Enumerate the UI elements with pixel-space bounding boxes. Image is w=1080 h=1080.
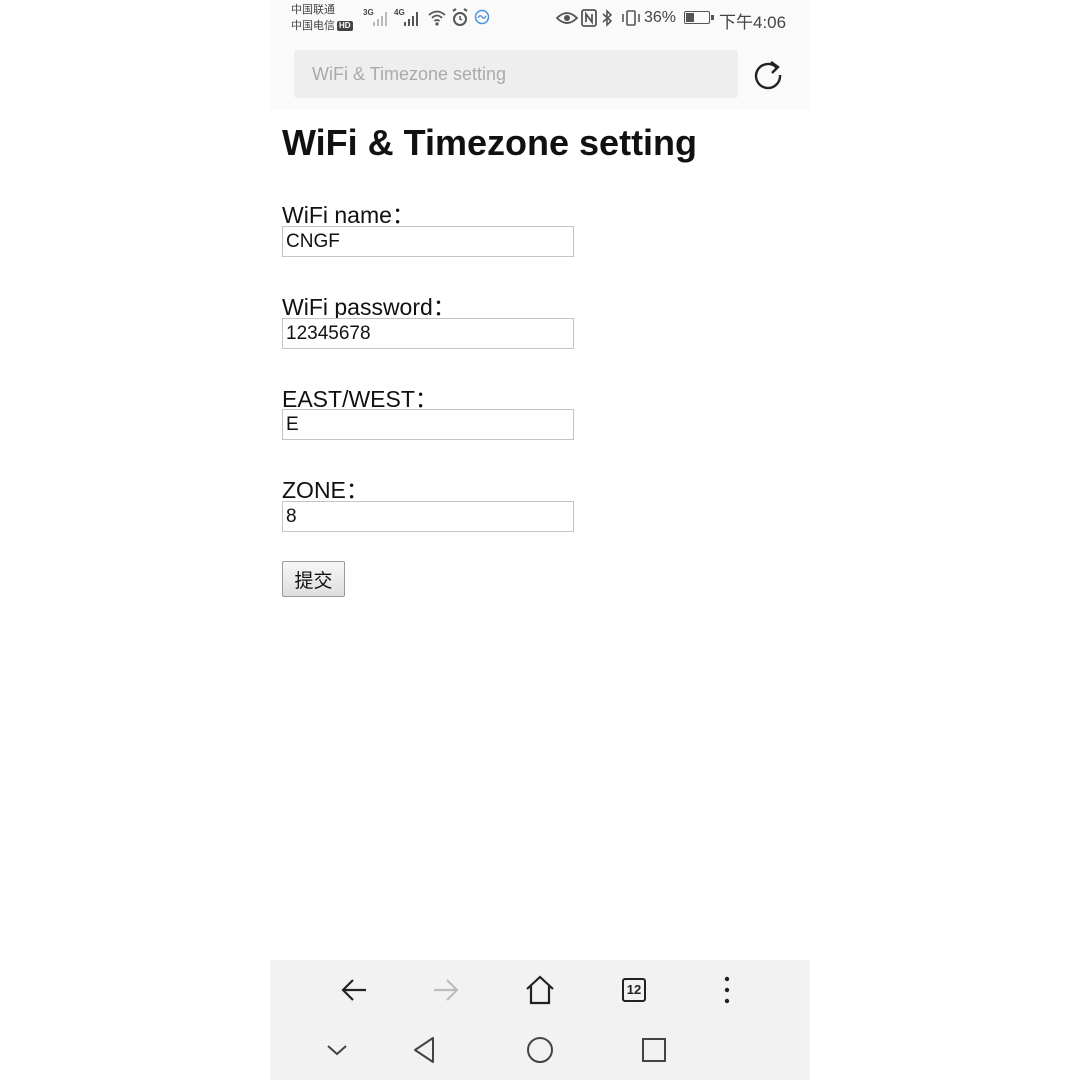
- alarm-icon: [452, 8, 468, 26]
- nfc-icon: [581, 9, 597, 27]
- menu-button[interactable]: [707, 972, 747, 1008]
- arrow-right-icon: [434, 979, 459, 1001]
- back-button[interactable]: [334, 972, 374, 1008]
- square-recents-icon: [642, 1038, 666, 1062]
- page-title: WiFi & Timezone setting: [282, 122, 698, 163]
- battery-percent: 36%: [644, 9, 677, 26]
- eye-comfort-icon: [556, 12, 578, 24]
- tabs-button[interactable]: 12: [614, 972, 654, 1008]
- nav-recents-button[interactable]: [638, 1034, 670, 1066]
- home-icon: [526, 975, 554, 1005]
- url-field[interactable]: WiFi & Timezone setting: [294, 50, 738, 98]
- signal-3g-icon: 3G: [363, 8, 389, 28]
- chevron-down-icon: [327, 1045, 347, 1056]
- circle-home-icon: [527, 1037, 553, 1063]
- tab-count: 12: [622, 978, 646, 1002]
- carrier-labels: 中国联通 中国电信 HD: [291, 2, 353, 34]
- zone-label: ZONE：: [282, 477, 369, 503]
- carrier-2: 中国电信: [291, 20, 335, 32]
- signal-4g-icon: 4G: [394, 8, 420, 28]
- wifi-icon: [428, 10, 446, 26]
- status-bar: 中国联通 中国电信 HD 3G 4G 36% 下午4:06: [270, 0, 810, 40]
- hide-nav-button[interactable]: [321, 1034, 353, 1066]
- home-button[interactable]: [520, 972, 560, 1008]
- forward-button[interactable]: [426, 972, 466, 1008]
- carrier-1: 中国联通: [291, 4, 335, 16]
- submit-button[interactable]: 提交: [282, 561, 345, 597]
- more-vertical-icon: [724, 976, 730, 1004]
- reload-icon[interactable]: [750, 54, 786, 94]
- vibrate-icon: [622, 10, 640, 26]
- phone-screen: 中国联通 中国电信 HD 3G 4G 36% 下午4:06 WiFi & Tim…: [270, 0, 810, 1080]
- nav-home-button[interactable]: [524, 1034, 556, 1066]
- app-notification-icon: [474, 9, 490, 25]
- bluetooth-icon: [602, 9, 613, 27]
- arrow-left-icon: [341, 979, 366, 1001]
- wifi-password-input[interactable]: [282, 318, 574, 349]
- battery-icon: [684, 11, 714, 24]
- browser-toolbar: 12: [270, 960, 810, 1020]
- clock: 下午4:06: [719, 13, 787, 32]
- system-nav-bar: [270, 1020, 810, 1080]
- triangle-back-icon: [414, 1037, 434, 1063]
- hd-badge: HD: [337, 21, 353, 31]
- wifi-name-label: WiFi name：: [282, 202, 415, 228]
- battery-fill: [686, 13, 694, 22]
- wifi-password-label: WiFi password：: [282, 294, 456, 320]
- wifi-name-input[interactable]: [282, 226, 574, 257]
- nav-back-button[interactable]: [408, 1034, 440, 1066]
- east-west-input[interactable]: [282, 409, 574, 440]
- zone-input[interactable]: [282, 501, 574, 532]
- address-bar: WiFi & Timezone setting: [270, 40, 810, 110]
